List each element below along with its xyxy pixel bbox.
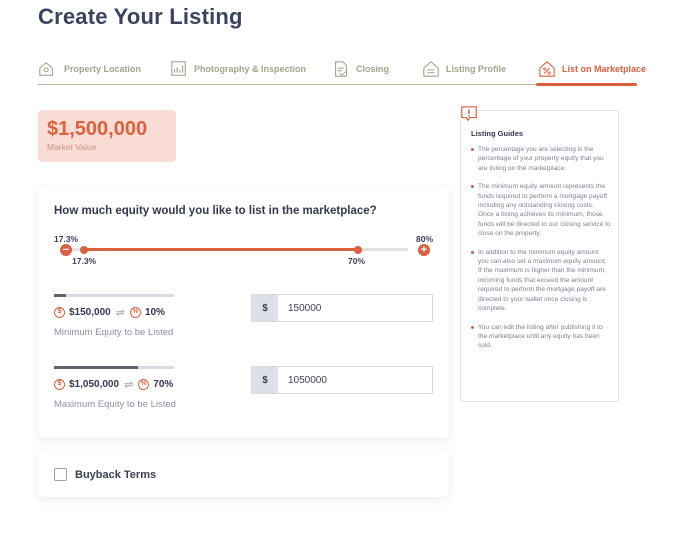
swap-arrows-icon: ⇌ [124,379,134,391]
step-label: Property Location [64,64,142,74]
market-value-label: Market Value [47,142,97,152]
step-label: List on Marketplace [562,64,647,74]
minimum-equity-input[interactable] [278,295,432,321]
step-list-on-marketplace[interactable]: List on Marketplace [538,57,646,81]
range-min-label: 17.3% [54,234,79,244]
step-label: Listing Profile [446,64,507,74]
minimum-progress-bar [54,294,174,297]
market-value-amount: $1,500,000 [47,118,148,140]
maximum-progress-bar [54,366,174,369]
step-property-location[interactable]: Property Location [38,57,141,81]
increase-button[interactable]: + [418,244,430,256]
buyback-card[interactable]: Buyback Terms [38,452,449,497]
range-high-value: 70% [348,256,366,266]
maximum-summary: $ $1,050,000 ⇌ % 70% [54,378,173,391]
maximum-percent: 70% [153,379,174,390]
minimum-summary: $ $150,000 ⇌ % 10% [54,306,165,319]
minimum-amount: $150,000 [69,307,111,318]
step-label: Closing [356,64,389,74]
percent-icon: % [138,379,150,390]
minimum-label: Minimum Equity to be Listed [54,327,174,338]
percent-icon: % [129,307,141,318]
range-max-label: 80% [416,234,434,244]
range-low-value: 17.3% [72,256,97,266]
maximum-amount: $1,050,000 [69,379,120,390]
guides-title: Listing Guides [471,129,524,138]
minimum-percent: 10% [144,307,165,318]
guides-list: The percentage you are selecting is the … [471,145,611,360]
house-pin-icon [39,61,53,76]
swap-arrows-icon: ⇌ [115,307,125,319]
listing-guides-panel: Listing Guides The percentage you are se… [460,106,619,402]
photo-chart-icon [171,61,186,76]
equity-range-fill [84,248,358,251]
currency-prefix: $ [252,367,278,393]
step-label: Photography & Inspection [194,64,307,74]
guide-item: You can edit the listing after publishin… [471,323,611,351]
guide-item: The minimum equity amount represents the… [471,182,611,238]
guide-item: In addition to the minimum equity amount… [471,248,611,314]
dollar-coin-icon: $ [54,379,65,390]
minimum-equity-field[interactable]: $ [251,294,433,322]
buyback-checkbox[interactable] [54,468,67,481]
decrease-button[interactable]: − [60,244,72,256]
range-high-thumb[interactable] [354,245,362,254]
buyback-label: Buyback Terms [75,468,157,481]
market-value-box: $1,500,000 Market Value [38,110,176,162]
guide-item: The percentage you are selecting is the … [471,145,611,173]
maximum-equity-field[interactable]: $ [251,366,433,394]
step-listing-profile[interactable]: Listing Profile [422,57,506,81]
listing-stepper: Property Location Photography & Inspecti… [38,54,646,86]
step-closing[interactable]: Closing [332,57,389,81]
equity-question: How much equity would you like to list i… [54,205,377,217]
page-title: Create Your Listing [38,4,243,29]
info-alert-icon [461,106,477,122]
range-low-thumb[interactable] [80,245,88,254]
currency-prefix: $ [252,295,278,321]
equity-card: How much equity would you like to list i… [38,188,449,438]
step-photography-inspection[interactable]: Photography & Inspection [170,57,306,81]
dollar-coin-icon: $ [54,307,65,318]
maximum-label: Maximum Equity to be Listed [54,399,176,410]
document-check-icon [335,61,347,77]
active-step-indicator [536,83,637,86]
house-percent-icon [539,61,555,77]
house-profile-icon [423,61,439,77]
maximum-equity-input[interactable] [278,367,432,393]
